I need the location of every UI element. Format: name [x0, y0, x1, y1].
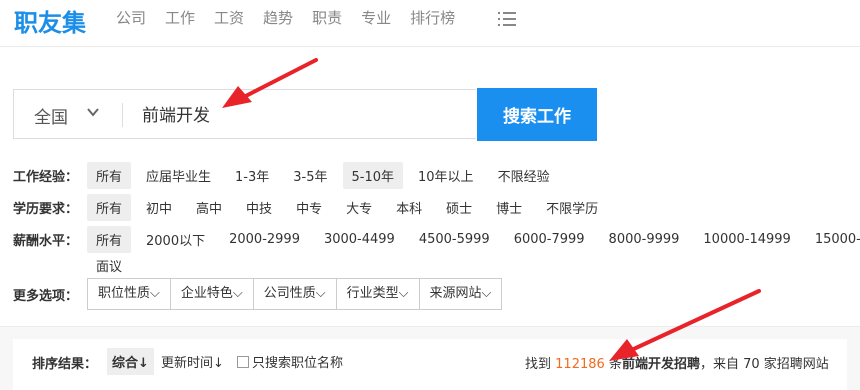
experience-label: 工作经验：: [13, 169, 79, 185]
divider: [122, 103, 123, 127]
education-option[interactable]: 高中: [187, 194, 231, 221]
dropdown-label: 公司性质: [263, 286, 316, 301]
industry-type-dropdown[interactable]: 行业类型⌵: [337, 279, 420, 309]
experience-option[interactable]: 3-5年: [284, 162, 336, 189]
salary-option[interactable]: 所有: [87, 225, 132, 253]
nav-jobs[interactable]: 工作: [165, 9, 195, 27]
nav-company[interactable]: 公司: [116, 9, 146, 27]
education-filter: 学历要求： 所有 初中 高中 中技 中专 大专 本科 硕士 博士 不限学历: [13, 193, 613, 221]
site-logo[interactable]: 职友集: [14, 3, 86, 38]
search-input[interactable]: [140, 102, 444, 124]
dropdown-label: 企业特色: [180, 286, 233, 301]
salary-filter: 薪酬水平： 所有 2000以下 2000-2999 3000-4499 4500…: [13, 225, 860, 253]
found-suffix: ，来自 70 家招聘网站: [699, 357, 829, 372]
dropdown-label: 行业类型: [346, 286, 399, 301]
experience-option[interactable]: 所有: [87, 161, 132, 189]
salary-option-negotiable[interactable]: 面议: [87, 256, 131, 275]
education-option[interactable]: 硕士: [437, 194, 481, 221]
education-option[interactable]: 中专: [287, 194, 331, 221]
salary-option[interactable]: 2000以下: [137, 226, 214, 253]
company-features-dropdown[interactable]: 企业特色⌵: [171, 279, 254, 309]
company-type-dropdown[interactable]: 公司性质⌵: [254, 279, 337, 309]
found-mid: 条: [608, 357, 622, 372]
more-options: 更多选项： 职位性质⌵ 企业特色⌵ 公司性质⌵ 行业类型⌵ 来源网站⌵: [13, 277, 503, 311]
sort-update-time-button[interactable]: 更新时间↓: [161, 352, 224, 371]
experience-option[interactable]: 不限经验: [489, 162, 559, 189]
nav-rankings[interactable]: 排行榜: [410, 9, 455, 27]
experience-option[interactable]: 1-3年: [226, 162, 278, 189]
result-count: 112186: [555, 357, 605, 372]
source-site-dropdown[interactable]: 来源网站⌵: [420, 279, 502, 309]
only-title-label: 只搜索职位名称: [252, 356, 344, 371]
menu-list-icon[interactable]: [498, 12, 516, 26]
search-jobs-button[interactable]: 搜索工作: [477, 88, 597, 141]
top-nav: 职友集 公司 工作 工资 趋势 职责 专业 排行榜: [0, 0, 860, 47]
experience-option[interactable]: 5-10年: [342, 161, 404, 189]
nav-links: 公司 工作 工资 趋势 职责 专业 排行榜: [116, 9, 474, 27]
nav-trends[interactable]: 趋势: [263, 9, 293, 27]
checkbox-icon[interactable]: [237, 355, 249, 368]
salary-option[interactable]: 10000-14999: [694, 228, 799, 251]
education-option[interactable]: 不限学历: [537, 194, 607, 221]
experience-filter: 工作经验： 所有 应届毕业生 1-3年 3-5年 5-10年 10年以上 不限经…: [13, 161, 565, 189]
nav-duties[interactable]: 职责: [312, 9, 342, 27]
result-bar-inner: 排序结果： 综合↓ 更新时间↓ 只搜索职位名称 找到 112186 条前端开发招…: [13, 339, 847, 390]
salary-option[interactable]: 8000-9999: [600, 228, 689, 251]
salary-option[interactable]: 6000-7999: [505, 228, 594, 251]
salary-option[interactable]: 3000-4499: [315, 228, 404, 251]
dropdown-label: 来源网站: [429, 286, 482, 301]
salary-label: 薪酬水平：: [13, 233, 79, 249]
experience-option[interactable]: 应届毕业生: [137, 162, 220, 189]
more-options-dropdowns: 职位性质⌵ 企业特色⌵ 公司性质⌵ 行业类型⌵ 来源网站⌵: [87, 278, 503, 310]
education-option[interactable]: 中技: [237, 194, 281, 221]
education-option[interactable]: 所有: [87, 193, 132, 221]
result-summary: 找到 112186 条前端开发招聘，来自 70 家招聘网站: [525, 353, 829, 372]
search-box: 全国: [13, 89, 476, 139]
nav-majors[interactable]: 专业: [361, 9, 391, 27]
sort-label: 排序结果：: [32, 357, 98, 372]
salary-option[interactable]: 2000-2999: [220, 228, 309, 251]
education-option[interactable]: 博士: [487, 194, 531, 221]
education-option[interactable]: 大专: [337, 194, 381, 221]
salary-option[interactable]: 15000-19: [806, 228, 860, 251]
education-label: 学历要求：: [13, 201, 79, 217]
salary-option[interactable]: 4500-5999: [410, 228, 499, 251]
dropdown-label: 职位性质: [98, 286, 151, 301]
chevron-down-icon[interactable]: [87, 106, 99, 118]
nav-salary[interactable]: 工资: [214, 9, 244, 27]
result-keyword: 前端开发招聘: [621, 357, 700, 372]
education-option[interactable]: 初中: [137, 194, 181, 221]
job-nature-dropdown[interactable]: 职位性质⌵: [88, 279, 171, 309]
sort-comprehensive-button[interactable]: 综合↓: [107, 348, 154, 375]
result-bar: 排序结果： 综合↓ 更新时间↓ 只搜索职位名称 找到 112186 条前端开发招…: [0, 326, 860, 390]
region-select[interactable]: 全国: [34, 103, 68, 128]
only-title-checkbox[interactable]: 只搜索职位名称: [237, 352, 343, 371]
found-prefix: 找到: [525, 357, 552, 372]
experience-option[interactable]: 10年以上: [409, 162, 483, 189]
more-options-label: 更多选项：: [13, 288, 79, 304]
education-option[interactable]: 本科: [387, 194, 431, 221]
